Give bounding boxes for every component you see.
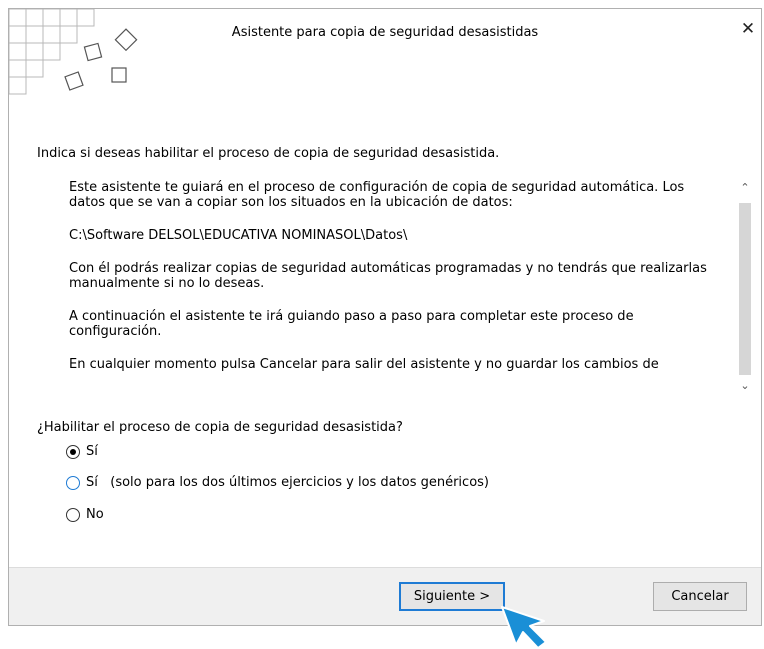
scrollbar-thumb[interactable] [739, 203, 751, 375]
wizard-logo-icon [9, 9, 138, 95]
close-icon[interactable]: ✕ [738, 19, 758, 39]
info-paragraph: Este asistente te guiará en el proceso d… [69, 180, 685, 210]
backup-wizard-dialog: Asistente para copia de seguridad desasi… [8, 8, 762, 626]
option-si[interactable]: Sí [66, 444, 98, 459]
scroll-down-icon[interactable]: ⌄ [735, 377, 755, 395]
dialog-title: Asistente para copia de seguridad desasi… [231, 25, 539, 40]
radio-button[interactable] [66, 475, 80, 490]
scroll-up-icon[interactable]: ⌃ [735, 179, 755, 197]
button-bar: Siguiente > Cancelar [9, 567, 761, 625]
option-si-recent[interactable]: Sí (solo para los dos últimos ejercicios… [66, 475, 489, 490]
vertical-scrollbar[interactable]: ⌃ ⌄ [735, 177, 755, 399]
option-label: No [86, 507, 104, 522]
option-label: Sí [86, 444, 98, 459]
info-scroll-area[interactable]: Este asistente te guiará en el proceso d… [69, 177, 755, 399]
cancel-button[interactable]: Cancelar [653, 582, 747, 611]
radio-button[interactable] [66, 507, 80, 522]
intro-text: Indica si deseas habilitar el proceso de… [37, 146, 500, 161]
data-path: C:\Software DELSOL\EDUCATIVA NOMINASOL\D… [69, 228, 408, 243]
radio-button[interactable] [66, 444, 80, 459]
info-text: Este asistente te guiará en el proceso d… [69, 180, 719, 390]
info-paragraph: Con él podrás realizar copias de segurid… [69, 261, 707, 291]
option-no[interactable]: No [66, 507, 104, 522]
next-button[interactable]: Siguiente > [399, 582, 505, 611]
option-label: Sí (solo para los dos últimos ejercicios… [86, 475, 489, 490]
mouse-pointer-icon [501, 606, 547, 649]
question-label: ¿Habilitar el proceso de copia de seguri… [37, 420, 403, 435]
info-paragraph: A continuación el asistente te irá guian… [69, 309, 634, 339]
info-paragraph: En cualquier momento pulsa Cancelar para… [69, 357, 659, 372]
